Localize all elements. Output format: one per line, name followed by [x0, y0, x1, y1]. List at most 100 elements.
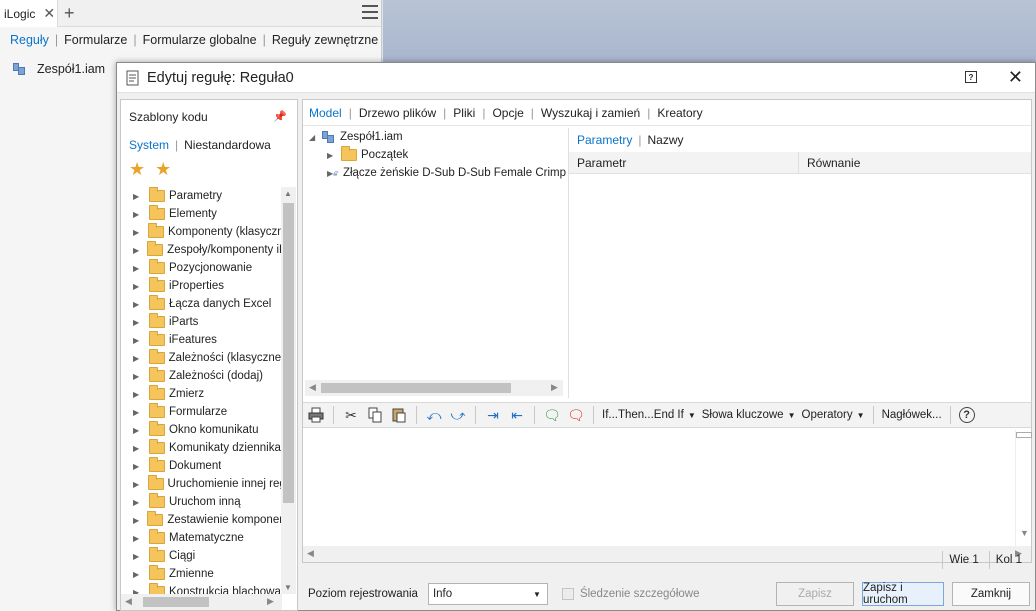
list-item[interactable]: ▶Zestawienie komponentów [121, 511, 281, 529]
folder-icon [149, 457, 165, 472]
operators-dropdown[interactable]: Operatory ▼ [802, 409, 865, 421]
tab-search-replace[interactable]: Wyszukaj i zamień [541, 106, 640, 120]
list-item[interactable]: ▶ iFeatures [121, 331, 281, 349]
nav-forms[interactable]: Formularze [64, 33, 127, 47]
folder-icon [149, 529, 165, 544]
ilogic-tab[interactable]: iLogic ✕ [0, 0, 58, 27]
list-item[interactable]: ▶ Komunikaty dziennika [121, 439, 281, 457]
ilogic-nav: Reguły | Formularze | Formularze globaln… [10, 33, 379, 47]
if-then-dropdown[interactable]: If...Then...End If ▼ [602, 409, 696, 421]
nav-external-rules[interactable]: Reguły zewnętrzne [272, 33, 378, 47]
list-item[interactable]: ▶ Matematyczne [121, 529, 281, 547]
comment-icon[interactable]: 🗨 [543, 406, 561, 424]
list-item[interactable]: ▶ Konstrukcja blachowa [121, 583, 281, 594]
folder-icon [341, 146, 357, 161]
outdent-icon[interactable]: ⇤ [508, 406, 526, 424]
indent-icon[interactable]: ⇥ [484, 406, 502, 424]
folder-icon [149, 421, 165, 436]
favorites-bar: ★ ★ [121, 156, 297, 182]
snippets-hscroll[interactable]: ◀ ▶ [121, 594, 282, 610]
tab-names[interactable]: Nazwy [647, 133, 683, 147]
folder-icon [149, 583, 165, 594]
cut-icon[interactable]: ✂ [342, 406, 360, 424]
list-item[interactable]: ▶Zespoły/komponenty iLogic [121, 241, 281, 259]
rule-icon [126, 70, 139, 85]
code-editor[interactable]: ▼ [303, 430, 1032, 546]
tab-files[interactable]: Pliki [453, 106, 475, 120]
tab-system[interactable]: System [129, 138, 169, 152]
param-table-header: Parametr Równanie [569, 152, 1031, 174]
tree-hscroll[interactable]: ◀ ▶ [305, 380, 563, 396]
tree-root[interactable]: ◢ Zespół1.iam [305, 128, 566, 146]
tree-item-origin[interactable]: ▶ Początek [305, 146, 566, 164]
tab-file-tree[interactable]: Drzewo plików [359, 106, 436, 120]
tab-custom[interactable]: Niestandardowa [184, 138, 271, 152]
help-icon[interactable]: ? [958, 407, 975, 423]
list-item[interactable]: ▶ Zależności (klasyczne) [121, 349, 281, 367]
header-button[interactable]: Nagłówek... [882, 409, 942, 421]
log-level-select[interactable]: Info ▼ [427, 583, 548, 605]
star-icon[interactable]: ★ [129, 159, 145, 180]
help-icon[interactable]: ? [965, 71, 977, 83]
menu-icon[interactable] [362, 5, 378, 23]
list-item[interactable]: ▶ Łącza danych Excel [121, 295, 281, 313]
list-item[interactable]: ▶ Uruchom inną [121, 493, 281, 511]
tab-parameters[interactable]: Parametry [577, 133, 632, 147]
part-icon [333, 171, 339, 176]
nav-rules[interactable]: Reguły [10, 33, 49, 47]
tab-model[interactable]: Model [309, 106, 342, 120]
list-item[interactable]: ▶ Parametry [121, 187, 281, 205]
column-parameter[interactable]: Parametr [569, 152, 799, 173]
close-dialog-icon[interactable]: ✕ [1008, 67, 1023, 88]
add-tab-icon[interactable]: + [64, 3, 75, 24]
list-item[interactable]: ▶ Pozycjonowanie [121, 259, 281, 277]
folder-icon [149, 313, 165, 328]
status-column: Kol 1 [988, 551, 1032, 569]
snippets-panel: Szablony kodu 📌 System | Niestandardowa … [120, 99, 298, 611]
list-item[interactable]: ▶ Okno komunikatu [121, 421, 281, 439]
ilogic-tabbar: iLogic ✕ + [0, 0, 381, 27]
print-icon[interactable] [307, 406, 325, 424]
column-equation[interactable]: Równanie [799, 152, 860, 173]
list-item[interactable]: ▶Komponenty (klasyczne) [121, 223, 281, 241]
ilogic-tree-item[interactable]: Zespół1.iam [12, 62, 105, 76]
folder-icon [148, 349, 165, 364]
close-icon[interactable]: ✕ [43, 5, 55, 22]
tree-item-component[interactable]: ▶ Złącze żeńskie D-Sub D-Sub Female Crim… [305, 164, 566, 182]
trace-checkbox[interactable] [561, 588, 574, 600]
parameters-panel: Parametry | Nazwy Parametr Równanie [568, 128, 1031, 398]
save-run-button[interactable]: Zapisz i uruchom [862, 582, 944, 606]
list-item[interactable]: ▶ Dokument [121, 457, 281, 475]
paste-icon[interactable] [390, 406, 408, 424]
list-item[interactable]: ▶ Formularze [121, 403, 281, 421]
keywords-dropdown[interactable]: Słowa kluczowe ▼ [702, 409, 796, 421]
save-button[interactable]: Zapisz [776, 582, 854, 606]
copy-icon[interactable] [366, 406, 384, 424]
ilogic-tab-label: iLogic [4, 6, 36, 21]
undo-icon[interactable]: ⤺ [425, 406, 443, 424]
list-item[interactable]: ▶Uruchomienie innej reguły [121, 475, 281, 493]
assembly-icon [321, 130, 335, 144]
list-item[interactable]: ▶ iProperties [121, 277, 281, 295]
pin-icon[interactable]: 📌 [273, 110, 287, 123]
folder-icon [149, 259, 165, 274]
folder-icon [149, 205, 165, 220]
tab-wizards[interactable]: Kreatory [657, 106, 702, 120]
close-button[interactable]: Zamknij [952, 582, 1030, 606]
list-item[interactable]: ▶ Elementy [121, 205, 281, 223]
uncomment-icon[interactable]: 🗨 [567, 406, 585, 424]
list-item[interactable]: ▶ Zmienne [121, 565, 281, 583]
nav-global-forms[interactable]: Formularze globalne [143, 33, 257, 47]
snippets-vscroll[interactable]: ▲ ▼ [281, 187, 296, 594]
tab-options[interactable]: Opcje [492, 106, 523, 120]
redo-icon[interactable]: ⤻ [449, 406, 467, 424]
list-item[interactable]: ▶ Zależności (dodaj) [121, 367, 281, 385]
star-add-icon[interactable]: ★ [155, 159, 171, 180]
chevron-down-icon: ▼ [533, 589, 541, 599]
ilogic-tree-label: Zespół1.iam [37, 62, 106, 76]
status-line: Wie 1 [942, 551, 988, 569]
list-item[interactable]: ▶ iParts [121, 313, 281, 331]
list-item[interactable]: ▶ Zmierz [121, 385, 281, 403]
editor-vscroll[interactable]: ▼ [1015, 430, 1032, 546]
list-item[interactable]: ▶ Ciągi [121, 547, 281, 565]
